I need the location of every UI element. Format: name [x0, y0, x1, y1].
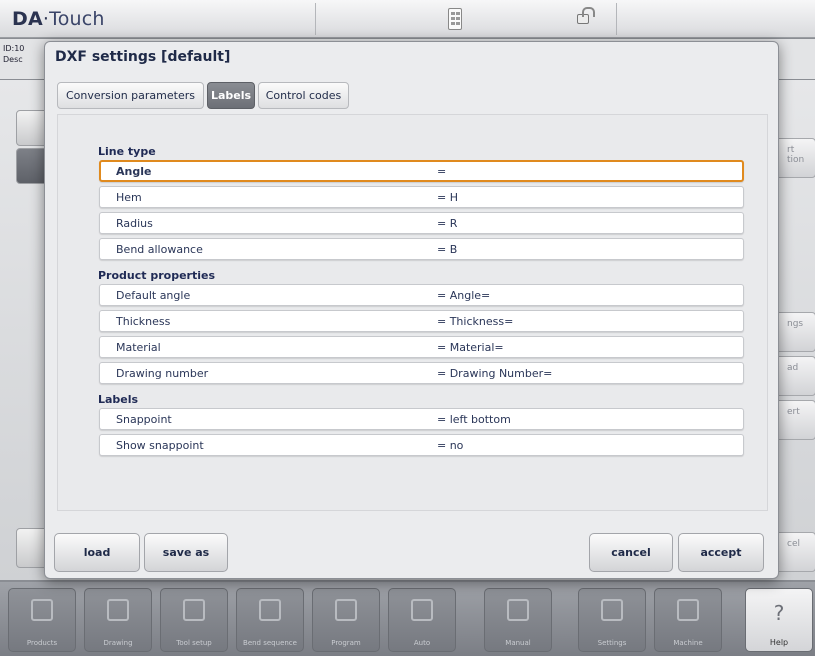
- row-label: Material: [116, 341, 161, 354]
- row-snappoint[interactable]: Snappoint = left bottom: [99, 408, 744, 430]
- row-hem[interactable]: Hem = H: [99, 186, 744, 208]
- row-radius[interactable]: Radius = R: [99, 212, 744, 234]
- row-show-snappoint[interactable]: Show snappoint = no: [99, 434, 744, 456]
- nav-settings[interactable]: Settings: [578, 588, 646, 652]
- row-value: = Material=: [437, 341, 504, 354]
- view-grid-icon[interactable]: [448, 8, 462, 30]
- row-bend-allowance[interactable]: Bend allowance = B: [99, 238, 744, 260]
- row-label: Show snappoint: [116, 439, 204, 452]
- tool-setup-icon: [183, 599, 205, 621]
- nav-auto[interactable]: Auto: [388, 588, 456, 652]
- section-heading-labels: Labels: [98, 393, 139, 406]
- row-label: Snappoint: [116, 413, 172, 426]
- row-value: = no: [437, 439, 464, 452]
- play-icon: [411, 599, 433, 621]
- row-angle[interactable]: Angle =: [99, 160, 744, 182]
- hand-icon: [507, 599, 529, 621]
- nav-drawing[interactable]: Drawing: [84, 588, 152, 652]
- unlock-icon[interactable]: [577, 7, 595, 24]
- labels-panel: Line type Angle = Hem = H Radius = R Ben…: [57, 114, 768, 511]
- row-thickness[interactable]: Thickness = Thickness=: [99, 310, 744, 332]
- row-value: = H: [437, 191, 458, 204]
- dxf-settings-dialog: DXF settings [default] Conversion parame…: [44, 41, 779, 579]
- row-label: Bend allowance: [116, 243, 203, 256]
- row-value: = Angle=: [437, 289, 491, 302]
- row-drawing-number[interactable]: Drawing number = Drawing Number=: [99, 362, 744, 384]
- row-value: = left bottom: [437, 413, 511, 426]
- tab-labels[interactable]: Labels: [207, 82, 255, 109]
- top-bar: DA·Touch: [0, 0, 815, 38]
- accept-button[interactable]: accept: [678, 533, 764, 572]
- row-label: Thickness: [116, 315, 171, 328]
- tab-conversion-parameters[interactable]: Conversion parameters: [57, 82, 204, 109]
- dialog-title: DXF settings [default]: [55, 49, 231, 65]
- row-label: Radius: [116, 217, 153, 230]
- save-as-button[interactable]: save as: [144, 533, 228, 572]
- top-bar-right-segment: [618, 3, 815, 35]
- row-label: Default angle: [116, 289, 191, 302]
- section-heading-line-type: Line type: [98, 145, 156, 158]
- row-label: Drawing number: [116, 367, 209, 380]
- row-value: = R: [437, 217, 458, 230]
- nav-help[interactable]: ? Help: [745, 588, 813, 652]
- machine-icon: [677, 599, 699, 621]
- drawing-icon: [107, 599, 129, 621]
- app-logo: DA·Touch: [12, 8, 105, 30]
- bend-sequence-icon: [259, 599, 281, 621]
- settings-icon: [601, 599, 623, 621]
- row-material[interactable]: Material = Material=: [99, 336, 744, 358]
- row-value: = B: [437, 243, 458, 256]
- program-icon: [335, 599, 357, 621]
- nav-bend-sequence[interactable]: Bend sequence: [236, 588, 304, 652]
- row-label: Hem: [116, 191, 142, 204]
- nav-program[interactable]: Program: [312, 588, 380, 652]
- row-value: = Drawing Number=: [437, 367, 553, 380]
- folder-icon: [31, 599, 53, 621]
- tab-control-codes[interactable]: Control codes: [258, 82, 349, 109]
- program-id: ID:10 Desc: [3, 44, 25, 64]
- nav-manual[interactable]: Manual: [484, 588, 552, 652]
- row-value: =: [437, 165, 447, 178]
- nav-products[interactable]: Products: [8, 588, 76, 652]
- load-button[interactable]: load: [54, 533, 140, 572]
- row-default-angle[interactable]: Default angle = Angle=: [99, 284, 744, 306]
- cancel-button[interactable]: cancel: [589, 533, 673, 572]
- nav-tool-setup[interactable]: Tool setup: [160, 588, 228, 652]
- nav-machine[interactable]: Machine: [654, 588, 722, 652]
- help-icon: ?: [773, 601, 785, 625]
- top-bar-center-segment: [317, 3, 617, 35]
- row-label: Angle: [116, 165, 152, 178]
- section-heading-product-properties: Product properties: [98, 269, 216, 282]
- row-value: = Thickness=: [437, 315, 514, 328]
